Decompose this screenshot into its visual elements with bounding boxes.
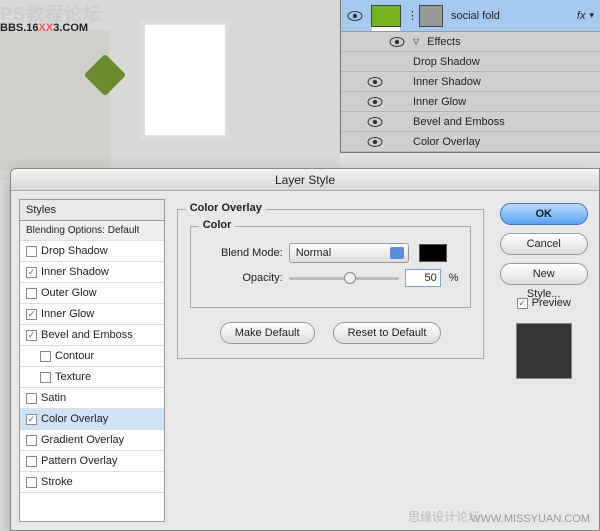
- style-item-bevel-and-emboss[interactable]: ✓ Bevel and Emboss: [20, 325, 164, 346]
- style-label: Texture: [55, 371, 91, 383]
- opacity-input[interactable]: [405, 269, 441, 287]
- watermark-line2: BBS.16XX3.COM: [0, 18, 88, 35]
- make-default-button[interactable]: Make Default: [220, 322, 315, 344]
- style-label: Color Overlay: [41, 413, 108, 425]
- effect-item[interactable]: Bevel and Emboss: [341, 112, 600, 132]
- opacity-unit: %: [449, 272, 459, 284]
- visibility-icon[interactable]: [389, 34, 405, 50]
- layer-name[interactable]: social fold: [451, 10, 577, 22]
- effect-item[interactable]: Inner Glow: [341, 92, 600, 112]
- effect-item[interactable]: Color Overlay: [341, 132, 600, 152]
- visibility-icon[interactable]: [367, 54, 383, 70]
- checkbox-icon[interactable]: ✓: [26, 267, 37, 278]
- style-label: Contour: [55, 350, 94, 362]
- watermark-site: 思缘设计论坛: [408, 508, 480, 525]
- styles-list: Blending Options: Default Drop Shadow ✓ In…: [19, 220, 165, 522]
- effects-header[interactable]: ▽ Effects: [341, 32, 600, 52]
- style-label: Outer Glow: [41, 287, 97, 299]
- preview-label: Preview: [532, 297, 571, 309]
- style-label: Gradient Overlay: [41, 434, 124, 446]
- styles-header[interactable]: Styles: [19, 199, 165, 220]
- visibility-icon[interactable]: [367, 114, 383, 130]
- checkbox-icon[interactable]: ✓: [26, 330, 37, 341]
- style-item-texture[interactable]: Texture: [20, 367, 164, 388]
- style-item-outer-glow[interactable]: Outer Glow: [20, 283, 164, 304]
- effect-label: Inner Glow: [413, 96, 466, 108]
- preview-swatch: [516, 323, 572, 379]
- checkbox-icon[interactable]: [26, 393, 37, 404]
- cancel-button[interactable]: Cancel: [500, 233, 588, 255]
- visibility-icon[interactable]: [367, 94, 383, 110]
- layer-thumbnail[interactable]: [371, 5, 401, 27]
- layer-style-dialog: Layer Style Styles Blending Options: Def…: [10, 168, 600, 531]
- layer-mask[interactable]: [419, 5, 443, 27]
- blend-mode-label: Blend Mode:: [203, 247, 283, 259]
- visibility-icon[interactable]: [347, 8, 363, 24]
- dialog-title: Layer Style: [11, 169, 599, 191]
- style-label: Inner Glow: [41, 308, 94, 320]
- effect-label: Color Overlay: [413, 136, 480, 148]
- noise-bg: [0, 30, 110, 170]
- color-swatch[interactable]: [419, 244, 447, 262]
- preview-checkbox[interactable]: ✓ Preview: [517, 297, 571, 309]
- effect-label: Drop Shadow: [413, 56, 480, 68]
- checkbox-icon[interactable]: [26, 435, 37, 446]
- layers-panel: ⋮ social fold fx ▾ ▽ Effects Drop Shadow…: [340, 0, 600, 153]
- style-label: Inner Shadow: [41, 266, 109, 278]
- settings-column: Color Overlay Color Blend Mode: Normal O…: [173, 199, 489, 522]
- triangle-down-icon: ▽: [413, 37, 419, 46]
- style-label: Bevel and Emboss: [41, 329, 133, 341]
- effect-label: Bevel and Emboss: [413, 116, 505, 128]
- effect-label: Inner Shadow: [413, 76, 481, 88]
- style-label: Pattern Overlay: [41, 455, 117, 467]
- checkbox-icon[interactable]: [40, 372, 51, 383]
- opacity-slider[interactable]: [289, 271, 399, 285]
- opacity-label: Opacity:: [203, 272, 283, 284]
- style-label: Satin: [41, 392, 66, 404]
- reset-default-button[interactable]: Reset to Default: [333, 322, 442, 344]
- document-preview: [140, 20, 230, 140]
- checkbox-icon[interactable]: [26, 456, 37, 467]
- effect-item[interactable]: Inner Shadow: [341, 72, 600, 92]
- checkbox-icon[interactable]: [26, 246, 37, 257]
- style-item-color-overlay[interactable]: ✓ Color Overlay: [20, 409, 164, 430]
- checkbox-icon[interactable]: ✓: [517, 298, 528, 309]
- checkbox-icon[interactable]: [26, 477, 37, 488]
- style-item-inner-glow[interactable]: ✓ Inner Glow: [20, 304, 164, 325]
- link-icon: ⋮: [407, 9, 415, 22]
- style-label: Drop Shadow: [41, 245, 108, 257]
- style-item-gradient-overlay[interactable]: Gradient Overlay: [20, 430, 164, 451]
- style-item-contour[interactable]: Contour: [20, 346, 164, 367]
- action-column: OK Cancel New Style... ✓ Preview: [496, 199, 591, 522]
- visibility-icon[interactable]: [367, 134, 383, 150]
- slider-thumb[interactable]: [344, 272, 356, 284]
- new-style-button[interactable]: New Style...: [500, 263, 588, 285]
- color-overlay-fieldset: Color Overlay Color Blend Mode: Normal O…: [177, 209, 485, 359]
- style-item-pattern-overlay[interactable]: Pattern Overlay: [20, 451, 164, 472]
- effect-item[interactable]: Drop Shadow: [341, 52, 600, 72]
- effects-label: Effects: [427, 36, 460, 48]
- style-item-satin[interactable]: Satin: [20, 388, 164, 409]
- checkbox-icon[interactable]: [26, 288, 37, 299]
- chevron-down-icon[interactable]: ▾: [589, 10, 594, 21]
- watermark-url: WWW.MISSYUAN.COM: [470, 513, 590, 525]
- checkbox-icon[interactable]: ✓: [26, 309, 37, 320]
- style-label: Stroke: [41, 476, 73, 488]
- style-item-stroke[interactable]: Stroke: [20, 472, 164, 493]
- style-item-inner-shadow[interactable]: ✓ Inner Shadow: [20, 262, 164, 283]
- blend-mode-select[interactable]: Normal: [289, 243, 409, 263]
- layer-row[interactable]: ⋮ social fold fx ▾: [341, 0, 600, 32]
- fx-badge[interactable]: fx: [577, 10, 586, 22]
- blending-options[interactable]: Blending Options: Default: [20, 221, 164, 241]
- color-fieldset: Color Blend Mode: Normal Opacity: %: [190, 226, 472, 308]
- subsection-title: Color: [199, 219, 236, 231]
- visibility-icon[interactable]: [367, 74, 383, 90]
- ok-button[interactable]: OK: [500, 203, 588, 225]
- style-item-drop-shadow[interactable]: Drop Shadow: [20, 241, 164, 262]
- section-title: Color Overlay: [186, 202, 266, 214]
- styles-column: Styles Blending Options: Default Drop Sh…: [19, 199, 165, 522]
- checkbox-icon[interactable]: ✓: [26, 414, 37, 425]
- checkbox-icon[interactable]: [40, 351, 51, 362]
